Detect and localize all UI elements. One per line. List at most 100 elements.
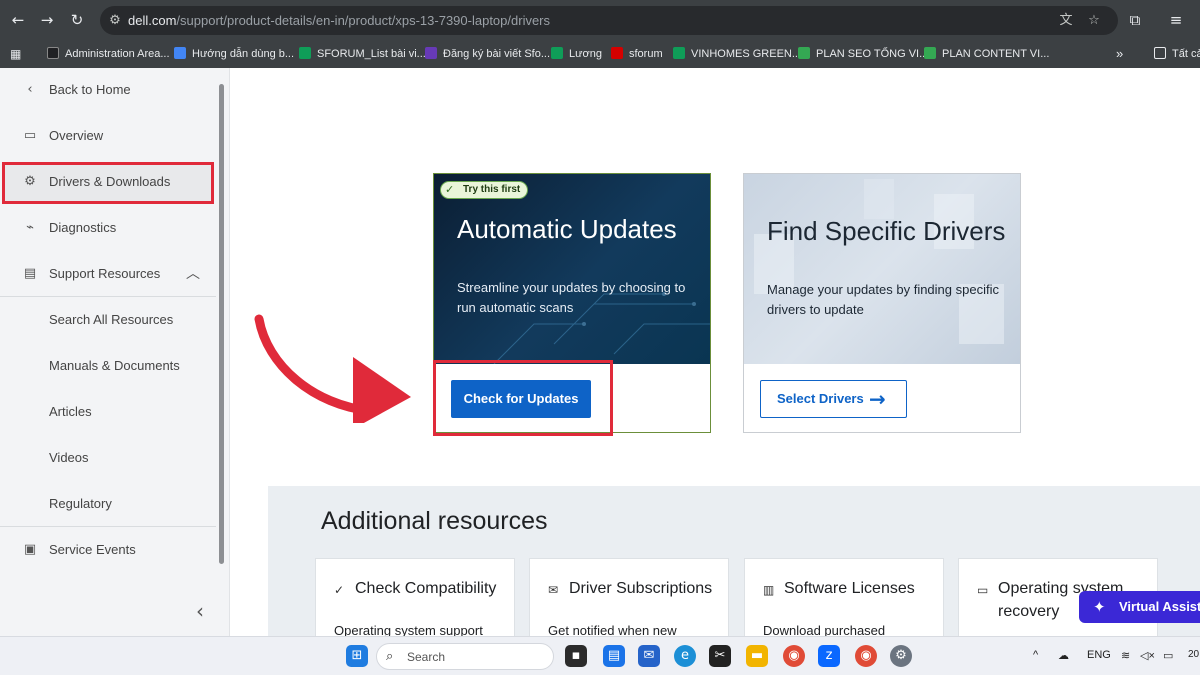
chrome-icon[interactable]: ◉ [783, 645, 805, 667]
back-arrow-icon[interactable]: ← [8, 10, 28, 30]
mail-icon: ✉ [548, 583, 559, 597]
bookmark-item[interactable]: sforum [611, 45, 663, 63]
collapse-sidebar-icon[interactable]: ‹ [196, 601, 212, 621]
resource-title-text: Driver Subscriptions [569, 580, 713, 597]
card-hero: ✓ Try this first Automatic Updates Stream… [434, 174, 710, 364]
bookmark-item[interactable]: Lương [551, 45, 602, 63]
sidebar-item-overview[interactable]: ▭ Overview [0, 114, 216, 158]
sidebar-item-label: Diagnostics [49, 220, 117, 235]
sidebar-subitem[interactable]: Manuals & Documents [0, 344, 216, 388]
more-bookmarks-button[interactable]: » [1116, 45, 1123, 63]
bookmark-item[interactable]: PLAN SEO TỔNG VI... [798, 45, 928, 63]
bookmark-favicon [174, 47, 186, 59]
file-explorer-icon[interactable]: ▬ [746, 645, 768, 667]
battery-icon[interactable]: ▭ [1163, 649, 1173, 662]
sidebar-subitem-label: Search All Resources [49, 312, 174, 327]
chevron-up-icon[interactable]: ^ [1033, 649, 1038, 661]
license-icon: ▥ [763, 583, 775, 597]
windows-start-icon[interactable]: ⊞ [346, 645, 368, 667]
url-text[interactable]: dell.com/support/product-details/en-in/p… [128, 13, 550, 28]
outlook-icon[interactable]: ✉ [638, 645, 660, 667]
translate-icon[interactable]: 文 [1058, 13, 1074, 29]
bookmark-item[interactable]: Đăng ký bài viết Sfo... [425, 45, 550, 63]
card-description: Manage your updates by finding specific … [767, 282, 999, 317]
sidebar-divider [0, 296, 216, 297]
bookmark-favicon [425, 47, 437, 59]
settings-icon[interactable]: ⚙ [890, 645, 912, 667]
reading-list-icon[interactable]: ≡ [1166, 10, 1186, 30]
bookmark-favicon [551, 47, 563, 59]
virtual-assistant-label: Virtual Assistant [1119, 599, 1200, 614]
apps-grid-icon[interactable]: ▦ [10, 45, 21, 63]
resource-card[interactable]: ✉ Driver Subscriptions Get notified when … [529, 558, 729, 636]
search-icon: ⌕ [386, 649, 394, 664]
find-drivers-card: Find Specific Drivers Manage your update… [743, 173, 1021, 433]
scrollbar-thumb[interactable] [219, 84, 224, 564]
bookmark-favicon [47, 47, 59, 59]
resource-title-text: Software Licenses [784, 580, 915, 597]
highlight-box [433, 360, 613, 436]
sidebar-scrollbar[interactable] [217, 80, 226, 600]
arrow-right-icon: → [869, 387, 886, 411]
address-row: ← → ↻ ⚙ dell.com/support/product-details… [0, 0, 1200, 40]
volume-icon[interactable]: ◁× [1140, 649, 1155, 662]
sidebar-item-label: Drivers & Downloads [49, 174, 171, 189]
sidebar-item-diagnostics[interactable]: ⌁ Diagnostics [0, 206, 216, 250]
bookmark-item[interactable]: Hướng dẫn dùng b... [174, 45, 294, 63]
resource-description: Get notified when new [548, 623, 677, 636]
sidebar-item-label: Support Resources [49, 266, 161, 281]
sidebar-item-drivers[interactable]: ⚙ Drivers & Downloads [0, 160, 216, 204]
bookmark-label: Đăng ký bài viết Sfo... [443, 48, 550, 60]
wifi-icon[interactable]: ≋ [1121, 649, 1130, 662]
resource-card[interactable]: ✓ Check Compatibility Operating system su… [315, 558, 515, 636]
sidebar-subitem[interactable]: Articles [0, 390, 216, 434]
sidebar-subitem[interactable]: Regulatory [0, 482, 216, 526]
store-icon[interactable]: ▤ [603, 645, 625, 667]
forward-arrow-icon[interactable]: → [37, 10, 57, 30]
bookmark-item[interactable]: SFORUM_List bài vi... [299, 45, 426, 63]
bookmark-label: sforum [629, 48, 663, 60]
bookmark-item[interactable]: VINHOMES GREEN... [673, 45, 801, 63]
section-title: Additional resources [321, 507, 548, 535]
sidebar-subitem[interactable]: Videos [0, 436, 216, 480]
resource-description: Operating system support [334, 623, 483, 636]
document-icon: ▤ [23, 266, 37, 281]
sidebar-item-back[interactable]: ‹ Back to Home [0, 68, 216, 112]
bookmark-label: Administration Area... [65, 48, 170, 60]
bookmark-item[interactable]: PLAN CONTENT VI... [924, 45, 1049, 63]
zalo-icon[interactable]: z [818, 645, 840, 667]
sidebar-item-service-events[interactable]: ▣ Service Events [0, 528, 216, 572]
additional-resources-section: Additional resources ✓ Check Compatibilit… [268, 486, 1200, 636]
all-bookmarks-folder[interactable]: Tất cả [1154, 45, 1200, 63]
extensions-icon[interactable]: ⧉ [1125, 10, 1145, 30]
capcut-icon[interactable]: ✂ [709, 645, 731, 667]
bookmark-favicon [924, 47, 936, 59]
sidebar-subitem[interactable]: Search All Resources [0, 298, 216, 342]
sidebar-subitem-label: Articles [49, 404, 92, 419]
bookmark-favicon [798, 47, 810, 59]
card-hero: Find Specific Drivers Manage your update… [744, 174, 1020, 364]
bookmark-item[interactable]: Administration Area... [47, 45, 170, 63]
cloud-icon[interactable]: ☁ [1058, 649, 1069, 662]
resource-card[interactable]: ▥ Software Licenses Download purchased [744, 558, 944, 636]
url-domain: dell.com [128, 13, 177, 28]
red-arrow-annotation [254, 314, 411, 423]
reload-icon[interactable]: ↻ [67, 10, 87, 30]
bookmark-star-icon[interactable]: ☆ [1086, 13, 1102, 29]
taskbar-search[interactable]: ⌕ Search [376, 643, 554, 670]
chrome-profile-icon[interactable]: ◉ [855, 645, 877, 667]
chevron-up-icon[interactable]: ︿ [186, 252, 200, 296]
select-drivers-button[interactable]: Select Drivers → [760, 380, 907, 418]
sidebar-item-support-resources[interactable]: ▤ Support Resources ︿ [0, 252, 216, 296]
overview-icon: ▭ [23, 128, 37, 143]
address-bar[interactable]: ⚙ dell.com/support/product-details/en-in… [100, 6, 1118, 35]
site-settings-icon[interactable]: ⚙ [107, 13, 123, 29]
circuit-pattern [493, 292, 710, 364]
virtual-assistant-button[interactable]: ✦ Virtual Assistant [1079, 591, 1200, 623]
clock-text[interactable]: 20 [1188, 649, 1199, 660]
task-view-icon[interactable]: ▪ [565, 645, 587, 667]
language-indicator[interactable]: ENG [1087, 649, 1111, 661]
edge-icon[interactable]: e [674, 645, 696, 667]
bookmark-label: Lương [569, 48, 602, 60]
sidebar: ‹ Back to Home ▭ Overview ⚙ Drivers & Do… [0, 68, 230, 636]
